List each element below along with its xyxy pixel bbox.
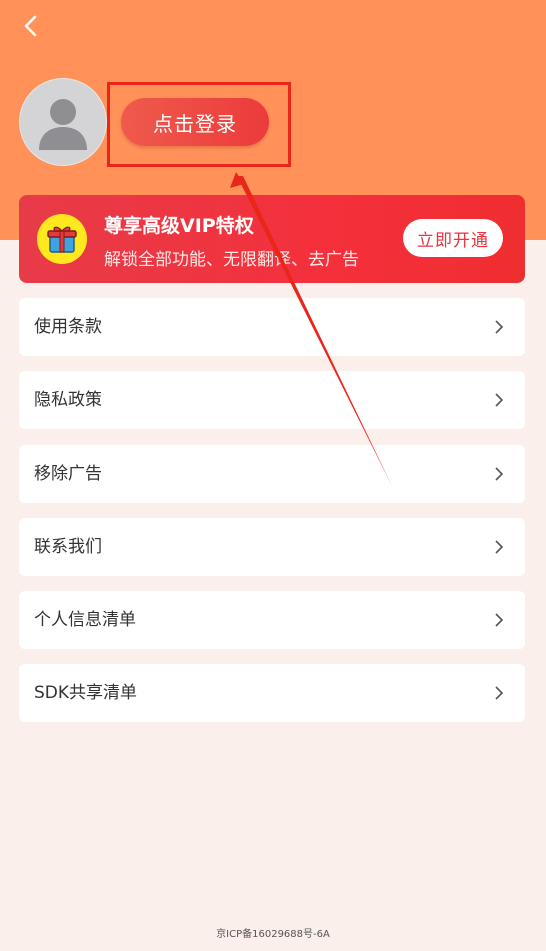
chevron-right-icon [495,320,504,334]
default-user-avatar-icon [39,99,87,150]
chevron-right-icon [495,540,504,554]
menu-item-remove-ads[interactable]: 移除广告 [19,445,525,503]
menu-item-label: 移除广告 [34,464,102,484]
menu-item-privacy[interactable]: 隐私政策 [19,371,525,429]
menu-item-sdk-sharing[interactable]: SDK共享清单 [19,664,525,722]
chevron-right-icon [495,613,504,627]
chevron-left-icon [24,15,37,37]
menu-item-personal-info[interactable]: 个人信息清单 [19,591,525,649]
chevron-right-icon [495,393,504,407]
avatar[interactable] [19,78,107,166]
vip-title: 尊享高级VIP特权 [104,215,254,237]
vip-banner[interactable]: 尊享高级VIP特权 解锁全部功能、无限翻译、去广告 立即开通 [19,195,525,283]
chevron-right-icon [495,686,504,700]
vip-subtitle: 解锁全部功能、无限翻译、去广告 [104,250,359,270]
back-button[interactable] [18,12,46,40]
annotation-highlight-box [107,82,291,167]
menu-item-label: 个人信息清单 [34,610,136,630]
menu-item-label: 隐私政策 [34,390,102,410]
chevron-right-icon [495,467,504,481]
menu-item-contact[interactable]: 联系我们 [19,518,525,576]
gift-icon [37,214,87,264]
menu-item-terms[interactable]: 使用条款 [19,298,525,356]
icp-footer: 京ICP备16029688号-6A [216,929,330,940]
vip-activate-button[interactable]: 立即开通 [403,219,503,257]
menu-item-label: 使用条款 [34,317,102,337]
menu-item-label: 联系我们 [34,537,102,557]
menu-item-label: SDK共享清单 [34,683,138,703]
